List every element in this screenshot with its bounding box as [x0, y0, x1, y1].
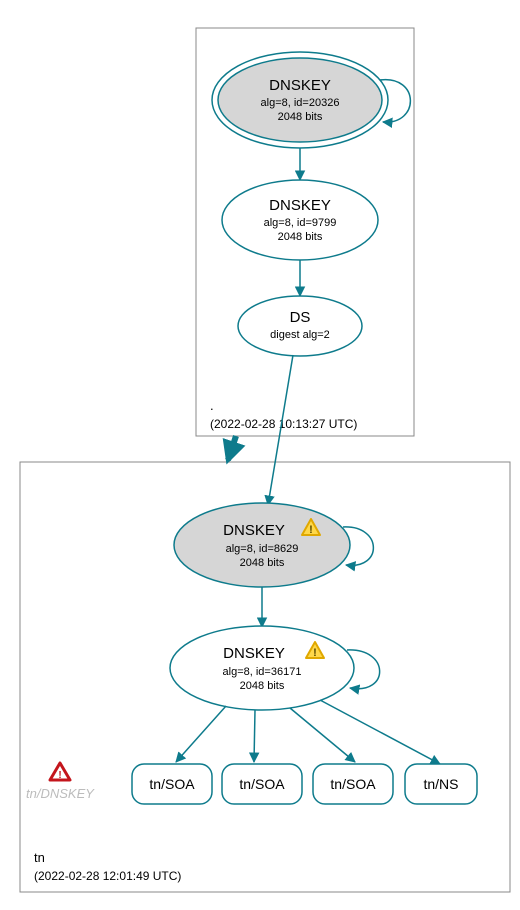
node-tn-soa-1[interactable]: tn/SOA [132, 764, 212, 804]
dnssec-chain-diagram: . (2022-02-28 10:13:27 UTC) DNSKEY alg=8… [0, 0, 520, 910]
node-root-ds-title: DS [290, 309, 311, 326]
node-root-zsk-title: DNSKEY [269, 197, 331, 214]
node-root-ds[interactable]: DS digest alg=2 [238, 296, 362, 356]
svg-text:!: ! [309, 524, 313, 536]
node-root-ksk-title: DNSKEY [269, 77, 331, 94]
node-tn-ns-label: tn/NS [423, 776, 458, 792]
node-root-ksk[interactable]: DNSKEY alg=8, id=20326 2048 bits [212, 52, 388, 148]
svg-text:!: ! [58, 770, 61, 781]
node-tn-ksk-line3: 2048 bits [240, 557, 285, 569]
zone-label-tn: tn [34, 850, 45, 865]
node-tn-zsk-line2: alg=8, id=36171 [223, 666, 302, 678]
edge-zone-delegation [228, 436, 236, 460]
node-tn-dnskey-missing[interactable]: ! tn/DNSKEY [26, 763, 95, 801]
node-tn-zsk-line3: 2048 bits [240, 680, 285, 692]
error-icon: ! [50, 763, 70, 781]
node-tn-soa-3[interactable]: tn/SOA [313, 764, 393, 804]
zone-timestamp-root: (2022-02-28 10:13:27 UTC) [210, 417, 357, 431]
node-tn-soa-2[interactable]: tn/SOA [222, 764, 302, 804]
node-tn-ns[interactable]: tn/NS [405, 764, 477, 804]
edge-tn-zsk-to-rr3 [290, 708, 355, 762]
zone-timestamp-tn: (2022-02-28 12:01:49 UTC) [34, 869, 181, 883]
node-root-ds-line2: digest alg=2 [270, 329, 330, 341]
node-tn-soa-3-label: tn/SOA [330, 776, 376, 792]
node-root-ksk-line2: alg=8, id=20326 [261, 97, 340, 109]
node-tn-ksk-title: DNSKEY [223, 522, 285, 539]
node-root-zsk[interactable]: DNSKEY alg=8, id=9799 2048 bits [222, 180, 378, 260]
edge-tn-zsk-to-rr1 [176, 706, 226, 762]
node-tn-soa-2-label: tn/SOA [239, 776, 285, 792]
node-tn-ksk-line2: alg=8, id=8629 [226, 543, 299, 555]
node-root-zsk-line2: alg=8, id=9799 [264, 217, 337, 229]
node-root-ksk-line3: 2048 bits [278, 111, 323, 123]
node-tn-zsk[interactable]: DNSKEY alg=8, id=36171 2048 bits ! [170, 626, 354, 710]
node-tn-ksk[interactable]: DNSKEY alg=8, id=8629 2048 bits ! [174, 503, 350, 587]
node-tn-zsk-title: DNSKEY [223, 645, 285, 662]
svg-text:!: ! [313, 647, 317, 659]
node-tn-soa-1-label: tn/SOA [149, 776, 195, 792]
edge-tn-zsk-to-rr4 [320, 700, 440, 764]
zone-label-root: . [210, 398, 214, 413]
node-tn-dnskey-missing-label: tn/DNSKEY [26, 786, 95, 801]
node-root-zsk-line3: 2048 bits [278, 231, 323, 243]
edge-tn-zsk-to-rr2 [254, 710, 255, 762]
